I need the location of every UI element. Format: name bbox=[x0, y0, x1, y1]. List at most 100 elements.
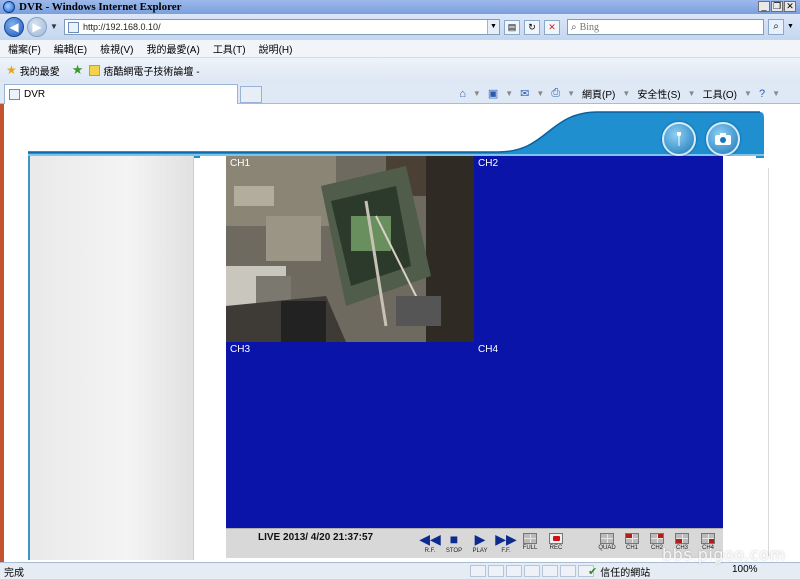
ch1-icon bbox=[625, 533, 639, 544]
rewind-button[interactable]: ◀◀ R.F. bbox=[418, 531, 442, 557]
dvr-side-panel bbox=[28, 156, 194, 560]
mail-icon[interactable]: ✉ bbox=[520, 87, 529, 100]
header-swoosh bbox=[28, 111, 764, 158]
wrench-icon bbox=[677, 132, 681, 146]
close-window-button[interactable]: ✕ bbox=[784, 1, 796, 12]
favorites-bar: ★ 我的最愛 ★ 痞酷網電子技術論壇 - bbox=[0, 58, 800, 82]
page-scroll-edge bbox=[768, 168, 780, 556]
search-input[interactable] bbox=[579, 21, 750, 33]
url-text[interactable]: http://192.168.0.10/ bbox=[83, 22, 161, 32]
video-grid: CH1 CH2 CH3 CH4 bbox=[226, 156, 723, 528]
page-menu[interactable]: 網頁(P) bbox=[582, 86, 615, 101]
channel-label: CH4 bbox=[478, 344, 499, 355]
compatibility-icon[interactable]: ▤ bbox=[504, 20, 520, 35]
full-screen-button[interactable]: FULL bbox=[518, 531, 542, 557]
ch3-icon bbox=[675, 533, 689, 544]
rewind-icon: ◀◀ bbox=[419, 531, 441, 547]
play-icon: ▶ bbox=[474, 531, 486, 547]
tab-row: DVR ⌂ ▼ ▣ ▼ ✉ ▼ ⎙ ▼ 網頁(P) ▼ 安全性(S) ▼ 工具(O) ▼ ? ▼ bbox=[0, 82, 800, 104]
playback-control-bar: LIVE 2013/ 4/20 21:37:57 ◀◀ R.F. ■ STOP … bbox=[226, 528, 723, 558]
window-controls: _ ❐ ✕ bbox=[758, 1, 796, 12]
record-icon bbox=[549, 533, 563, 544]
folder-icon bbox=[89, 64, 101, 76]
snapshot-camera-button[interactable] bbox=[706, 122, 740, 156]
page-viewport: CH1 CH2 CH3 CH4 LIVE 2013/ 4/20 21:37:57… bbox=[4, 104, 800, 562]
menu-view[interactable]: 檢視(V) bbox=[100, 41, 133, 56]
channel-2-view[interactable]: CH2 bbox=[474, 156, 722, 342]
channel-3-view[interactable]: CH3 bbox=[226, 342, 474, 528]
favorite-link[interactable]: 痞酷網電子技術論壇 - bbox=[103, 63, 199, 78]
full-screen-icon bbox=[523, 533, 537, 544]
channel-label: CH3 bbox=[230, 344, 251, 355]
status-panels bbox=[470, 565, 594, 577]
camera-feed-image bbox=[226, 156, 474, 342]
record-button[interactable]: REC bbox=[544, 531, 568, 557]
watermark-text: bbs.pigoo.com bbox=[662, 545, 786, 564]
search-options-icon[interactable]: ▼ bbox=[787, 23, 794, 30]
home-icon[interactable]: ⌂ bbox=[459, 88, 466, 100]
status-text: 完成 bbox=[4, 567, 24, 579]
live-timestamp: LIVE 2013/ 4/20 21:37:57 bbox=[258, 532, 374, 543]
menu-tools[interactable]: 工具(T) bbox=[213, 41, 246, 56]
menu-file[interactable]: 檔案(F) bbox=[8, 41, 41, 56]
channel-4-view[interactable]: CH4 bbox=[474, 342, 722, 528]
ie-icon bbox=[3, 1, 15, 13]
ch1-view-button[interactable]: CH1 bbox=[620, 531, 644, 557]
page-icon bbox=[9, 89, 20, 100]
status-bar: 完成 ✔ 信任的網站 100% bbox=[0, 562, 800, 579]
stop-button[interactable]: ■ STOP bbox=[442, 531, 466, 557]
restore-button[interactable]: ❐ bbox=[771, 1, 783, 12]
forward-button[interactable]: ▶ bbox=[27, 17, 47, 37]
favorites-button[interactable]: 我的最愛 bbox=[20, 63, 60, 78]
help-icon[interactable]: ? bbox=[759, 88, 765, 100]
print-icon[interactable]: ⎙ bbox=[551, 87, 560, 100]
ch2-icon bbox=[650, 533, 664, 544]
ch4-icon bbox=[701, 533, 715, 544]
dvr-app: CH1 CH2 CH3 CH4 LIVE 2013/ 4/20 21:37:57… bbox=[28, 108, 780, 560]
tab-title: DVR bbox=[24, 89, 46, 100]
search-field[interactable]: ⌕ bbox=[567, 19, 764, 35]
search-provider-icon: ⌕ bbox=[571, 21, 577, 33]
new-tab-button[interactable] bbox=[240, 86, 262, 103]
quad-icon bbox=[600, 533, 614, 544]
title-bar: DVR - Windows Internet Explorer _ ❐ ✕ bbox=[0, 0, 800, 14]
command-bar: ⌂ ▼ ▣ ▼ ✉ ▼ ⎙ ▼ 網頁(P) ▼ 安全性(S) ▼ 工具(O) ▼ ? ▼ bbox=[459, 86, 780, 101]
trusted-check-icon: ✔ bbox=[588, 566, 598, 578]
zone-label: 信任的網站 bbox=[600, 568, 651, 579]
recent-pages-dropdown[interactable]: ▼ bbox=[50, 22, 58, 31]
menu-edit[interactable]: 編輯(E) bbox=[54, 41, 87, 56]
security-zone[interactable]: ✔ 信任的網站 bbox=[588, 564, 650, 579]
feeds-icon[interactable]: ▣ bbox=[488, 87, 498, 100]
channel-1-view[interactable]: CH1 bbox=[226, 156, 474, 342]
camera-icon bbox=[715, 133, 731, 145]
fast-forward-button[interactable]: ▶▶ F.F. bbox=[494, 531, 518, 557]
settings-wrench-button[interactable] bbox=[662, 122, 696, 156]
refresh-icon[interactable]: ↻ bbox=[524, 20, 540, 35]
safety-menu[interactable]: 安全性(S) bbox=[637, 86, 680, 101]
stop-icon[interactable]: ✕ bbox=[544, 20, 560, 35]
fast-forward-icon: ▶▶ bbox=[495, 531, 517, 547]
window-title: DVR - Windows Internet Explorer bbox=[19, 1, 182, 13]
menu-favorites[interactable]: 我的最愛(A) bbox=[146, 41, 199, 56]
stop-icon: ■ bbox=[449, 531, 459, 547]
tab-dvr[interactable]: DVR bbox=[4, 84, 238, 104]
channel-label: CH2 bbox=[478, 158, 499, 169]
back-button[interactable]: ◀ bbox=[4, 17, 24, 37]
dvr-header bbox=[28, 108, 764, 158]
quad-view-button[interactable]: QUAD bbox=[595, 531, 619, 557]
search-icon[interactable]: ⌕ bbox=[768, 19, 784, 35]
url-field[interactable]: http://192.168.0.10/ ▼ bbox=[64, 19, 500, 35]
dvr-main: CH1 CH2 CH3 CH4 LIVE 2013/ 4/20 21:37:57… bbox=[200, 156, 756, 560]
channel-label: CH1 bbox=[230, 158, 251, 169]
favorites-star-icon: ★ bbox=[6, 63, 17, 77]
page-icon bbox=[68, 21, 79, 33]
zoom-level[interactable]: 100% bbox=[732, 564, 758, 575]
add-favorite-icon[interactable]: ★ bbox=[72, 62, 84, 78]
minimize-button[interactable]: _ bbox=[758, 1, 770, 12]
tools-menu[interactable]: 工具(O) bbox=[703, 86, 737, 101]
menu-bar: 檔案(F) 編輯(E) 檢視(V) 我的最愛(A) 工具(T) 說明(H) bbox=[0, 40, 800, 58]
menu-help[interactable]: 說明(H) bbox=[259, 41, 293, 56]
address-bar: ◀ ▶ ▼ http://192.168.0.10/ ▼ ▤ ↻ ✕ ⌕ ⌕ ▼ bbox=[0, 14, 800, 40]
url-dropdown-icon[interactable]: ▼ bbox=[487, 20, 499, 34]
play-button[interactable]: ▶ PLAY bbox=[468, 531, 492, 557]
